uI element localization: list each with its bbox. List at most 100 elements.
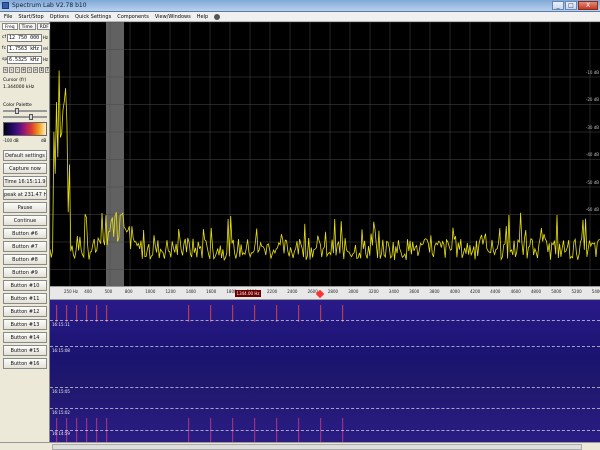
contrast-thumb[interactable] (29, 114, 33, 120)
waterfall-time-line (50, 320, 600, 321)
button-13[interactable]: Button #13 (3, 319, 47, 330)
waterfall-display[interactable]: 16:15:11 16:15:08 16:15:05 16:15:02 16:1… (50, 300, 600, 442)
frequency-tick-label: 3800 (429, 289, 440, 294)
sp-unit: Hz (42, 57, 48, 62)
status-bar (0, 442, 600, 450)
y-label-20: -20 dB (585, 97, 599, 102)
frequency-tick-label: 1200 (165, 289, 176, 294)
frequency-tick-label: 2800 (327, 289, 339, 294)
frequency-tick-label: 4000 (449, 289, 460, 294)
menu-options[interactable]: Options (50, 14, 69, 20)
frequency-axis[interactable]: 250 Hz4005008001000120014001600180020002… (50, 286, 600, 300)
spectrum-graph (50, 22, 600, 286)
capture-now-button[interactable]: Capture now (3, 163, 47, 174)
button-15[interactable]: Button #15 (3, 345, 47, 356)
fc-frequency-row: fc 1.7563 kHz rel (2, 44, 48, 53)
button-14[interactable]: Button #14 (3, 332, 47, 343)
button-9[interactable]: Button #9 (3, 267, 47, 278)
frequency-tick-label: 3200 (368, 289, 379, 294)
close-button[interactable]: X (578, 1, 598, 10)
waterfall-graph (56, 305, 344, 442)
frequency-tick-label: 2400 (287, 289, 298, 294)
frequency-tick-label: 250 Hz (64, 289, 79, 294)
cursor-label: Cursor (fr) (3, 78, 27, 83)
step-down-button[interactable]: ‹ (9, 67, 14, 73)
spectrum-trace (50, 70, 600, 262)
waterfall-time-label: 16:15:08 (52, 348, 70, 353)
frequency-tick-label: 4800 (530, 289, 542, 294)
button-16[interactable]: Button #16 (3, 358, 47, 369)
spectrum-plot[interactable]: -10 dB -20 dB -30 dB -40 dB -50 dB -60 d… (50, 22, 600, 286)
highlight-band (106, 22, 124, 286)
swap-button[interactable]: ↕ (39, 67, 44, 73)
minimize-button[interactable]: _ (552, 1, 564, 10)
palette-low-label: -100 dB (3, 138, 19, 143)
time-display[interactable]: Time 16:15:11.9 (3, 176, 47, 187)
frequency-tick-label: 1600 (206, 289, 217, 294)
span-frequency-row: sp 6.5325 kHz Hz (2, 55, 48, 64)
menu-file[interactable]: File (4, 14, 12, 20)
button-8[interactable]: Button #8 (3, 254, 47, 265)
frequency-stepper: « ‹ - + › » ↕ ? (3, 67, 50, 73)
pause-button[interactable]: Pause (3, 202, 47, 213)
center-frequency-field[interactable]: 12 750 000 (7, 33, 42, 42)
frequency-tick-label: 800 (124, 289, 133, 294)
frequency-tick-label: 3000 (348, 289, 359, 294)
frequency-tick-label: 4400 (490, 289, 501, 294)
button-6[interactable]: Button #6 (3, 228, 47, 239)
panel-tabs: Freq Time RDF (2, 23, 52, 30)
tab-freq[interactable]: Freq (2, 23, 18, 30)
frequency-tick-label: 2200 (267, 289, 278, 294)
menu-help[interactable]: Help (197, 14, 208, 20)
menu-view-windows[interactable]: View/Windows (155, 14, 191, 20)
peak-display[interactable]: peak at 231.47 Hz (3, 189, 47, 200)
frequency-marker[interactable] (315, 289, 325, 299)
window-controls: _ □ X (552, 1, 598, 11)
waterfall-time-label: 16:15:02 (52, 410, 70, 415)
app-icon[interactable] (2, 2, 9, 9)
continue-button[interactable]: Continue (3, 215, 47, 226)
fc-frequency-field[interactable]: 1.7563 kHz (7, 44, 42, 53)
color-palette-bar[interactable] (3, 122, 47, 136)
zoom-out-button[interactable]: - (15, 67, 20, 73)
horizontal-scrollbar[interactable] (52, 444, 582, 450)
contrast-slider[interactable] (3, 114, 47, 120)
tab-time[interactable]: Time (18, 23, 36, 30)
contrast-track (3, 116, 47, 118)
info-icon[interactable] (214, 13, 221, 20)
menu-start-stop[interactable]: Start/Stop (18, 14, 43, 20)
span-frequency-field[interactable]: 6.5325 kHz (7, 55, 42, 64)
menu-quick-settings[interactable]: Quick Settings (75, 14, 111, 20)
frequency-tick-label: 4200 (470, 289, 481, 294)
fc-unit: rel (42, 46, 48, 51)
step-up-button[interactable]: › (27, 67, 32, 73)
step-fast-up-button[interactable]: » (33, 67, 38, 73)
menu-components[interactable]: Components (117, 14, 149, 20)
button-10[interactable]: Button #10 (3, 280, 47, 291)
brightness-track (3, 110, 47, 112)
y-label-10: -10 dB (585, 70, 599, 75)
waterfall-time-line (50, 387, 600, 388)
frequency-tick-label: 5200 (571, 289, 582, 294)
waterfall-time-line (50, 408, 600, 409)
step-fast-down-button[interactable]: « (3, 67, 8, 73)
frequency-marker-label[interactable]: 1344.00 Hz (235, 290, 261, 297)
y-label-40: -40 dB (585, 152, 599, 157)
default-settings-button[interactable]: Default settings (3, 150, 47, 161)
frequency-tick-label: 3600 (409, 289, 420, 294)
waterfall-time-label: 16:14:59 (52, 431, 70, 436)
frequency-tick-label: 1000 (145, 289, 156, 294)
button-11[interactable]: Button #11 (3, 293, 47, 304)
y-label-60: -60 dB (585, 207, 599, 212)
palette-high-label: dB (41, 138, 47, 143)
button-12[interactable]: Button #12 (3, 306, 47, 317)
cursor-value: 1.344000 kHz (3, 85, 35, 90)
zoom-in-button[interactable]: + (21, 67, 26, 73)
frequency-tick-label: 4600 (510, 289, 521, 294)
waterfall-time-label: 16:15:05 (52, 389, 70, 394)
y-label-30: -30 dB (585, 125, 599, 130)
waterfall-time-label: 16:15:11 (52, 322, 70, 327)
button-7[interactable]: Button #7 (3, 241, 47, 252)
cf-unit: Hz (42, 35, 48, 40)
maximize-button[interactable]: □ (565, 1, 577, 10)
